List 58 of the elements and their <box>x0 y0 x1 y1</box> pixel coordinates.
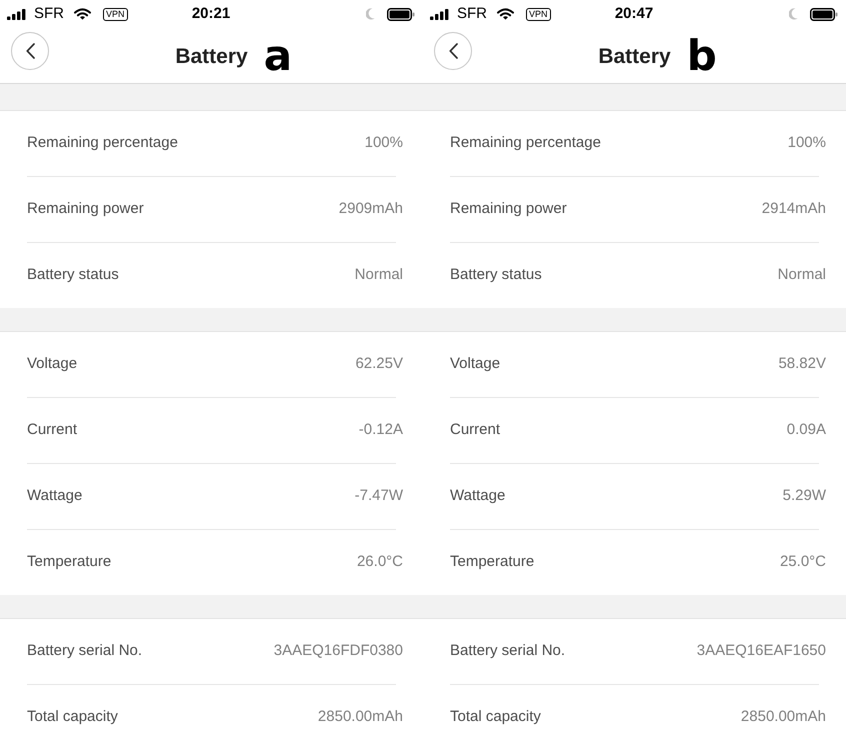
field-label: Wattage <box>450 486 506 506</box>
handwritten-letter: b <box>686 34 717 76</box>
status-time: 20:21 <box>192 4 230 24</box>
page-title: Battery <box>175 44 248 70</box>
field-value: -7.47W <box>354 486 403 506</box>
field-label: Remaining power <box>27 199 144 220</box>
field-value: 100% <box>788 133 826 154</box>
carrier-name: SFR <box>34 4 64 24</box>
field-label: Remaining power <box>450 199 567 220</box>
field-label: Battery serial No. <box>27 641 142 662</box>
field-value: 0.09A <box>786 420 826 440</box>
field-label: Remaining percentage <box>450 133 601 154</box>
field-value: 3AAEQ16FDF0380 <box>274 641 403 662</box>
carrier-name: SFR <box>457 4 487 24</box>
field-label: Battery status <box>450 265 542 286</box>
field-value: 2914mAh <box>762 199 826 220</box>
field-value: 2850.00mAh <box>740 707 826 728</box>
field-value: 3AAEQ16EAF1650 <box>696 641 826 662</box>
field-value: 25.0°C <box>780 552 826 572</box>
field-value: Normal <box>778 265 826 286</box>
field-label: Total capacity <box>450 707 541 728</box>
chevron-left-icon <box>26 42 34 58</box>
wifi-icon <box>497 8 514 20</box>
page-title: Battery <box>598 44 671 70</box>
battery-icon <box>387 8 415 20</box>
field-value: -0.12A <box>358 420 403 440</box>
field-value: Normal <box>354 265 403 286</box>
vpn-indicator: VPN <box>103 8 128 20</box>
handwritten-letter: a <box>264 34 292 76</box>
field-label: Battery serial No. <box>450 641 566 662</box>
field-label: Temperature <box>450 552 534 572</box>
field-label: Temperature <box>27 552 112 572</box>
moon-icon <box>366 8 375 20</box>
field-label: Current <box>450 420 500 440</box>
field-value: 62.25V <box>355 354 403 374</box>
field-value: 100% <box>364 133 403 154</box>
signal-icon <box>430 8 449 20</box>
field-value: 26.0°C <box>356 552 403 572</box>
battery-icon <box>810 8 838 20</box>
moon-icon <box>789 8 798 20</box>
back-button[interactable] <box>434 32 472 70</box>
field-value: 5.29W <box>782 486 826 506</box>
status-time: 20:47 <box>614 4 654 24</box>
field-label: Voltage <box>27 354 78 374</box>
field-label: Total capacity <box>27 707 118 728</box>
back-button[interactable] <box>11 32 49 70</box>
field-label: Remaining percentage <box>27 133 178 154</box>
field-value: 58.82V <box>778 354 826 374</box>
field-label: Voltage <box>450 354 500 374</box>
vpn-indicator: VPN <box>526 8 551 20</box>
field-value: 2909mAh <box>338 199 403 220</box>
field-label: Battery status <box>27 265 119 286</box>
field-value: 2850.00mAh <box>318 707 403 728</box>
field-label: Wattage <box>27 486 82 506</box>
signal-icon <box>7 8 26 20</box>
chevron-left-icon <box>448 42 458 58</box>
wifi-icon <box>74 8 91 20</box>
field-label: Current <box>27 420 78 440</box>
